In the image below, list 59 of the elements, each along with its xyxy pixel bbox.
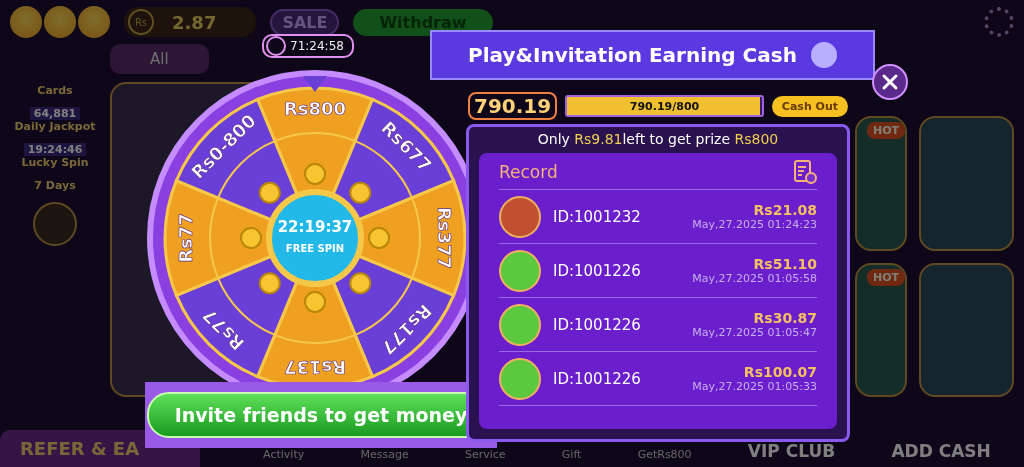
prize-notice: Only Rs9.81left to get prize Rs800 [537,131,779,147]
close-button[interactable] [872,64,908,100]
side-menu-item[interactable]: 19:24:46 Lucky Spin [21,143,89,169]
document-clock-icon[interactable] [793,159,817,185]
nav-item[interactable]: Gift [561,448,582,461]
spin-button[interactable] [266,189,364,287]
nav-item[interactable]: Service [464,448,506,461]
side-menu-item[interactable]: Cards [37,84,73,97]
game-tile[interactable]: HOT [855,262,907,397]
side-menu-item[interactable]: 64,881 Daily Jackpot [14,107,96,133]
modal-title: Play&Invitation Earning Cash [468,43,797,67]
currency-icon: Rs [128,9,154,35]
free-spin-label: FREE SPIN [285,243,345,254]
avatar [499,195,541,238]
user-id: ID:1001226 [553,261,641,280]
game-tile[interactable] [919,116,1014,251]
reward-time: May,27.2025 01:05:47 [692,326,817,339]
reward-amount: Rs51.10 [753,256,817,272]
segment-label: Rs377 [434,206,455,270]
user-id: ID:1001226 [553,369,641,388]
record-title: Record [499,162,558,182]
avatar [499,249,541,292]
avatar [499,303,541,346]
coin-icon [258,272,281,295]
pointer-icon [303,76,327,92]
user-id: ID:1001232 [553,207,641,226]
segment-label: Rs137 [283,357,347,378]
nav-item[interactable]: Message [360,448,409,461]
game-tile[interactable] [919,262,1014,397]
nav-item[interactable]: Activity [263,448,305,461]
reward-amount: Rs21.08 [753,202,817,218]
close-icon [881,73,899,91]
user-id: ID:1001226 [553,315,641,334]
timer-badge: 71:24:58 [262,34,354,58]
cash-out-button[interactable]: Cash Out [771,95,848,117]
avatar [499,357,541,400]
side-menu-item[interactable]: 7 Days [34,179,76,192]
coin-icon [258,181,281,204]
progress-text: 790.19/800 [629,99,700,113]
reward-time: May,27.2025 01:24:23 [692,218,817,231]
nav-item[interactable]: GetRs800 [637,448,692,461]
balance-value: 2.87 [172,11,217,33]
reward-amount: Rs30.87 [753,310,817,326]
game-tile[interactable]: HOT [855,116,907,251]
nav-item[interactable]: ADD CASH [891,441,991,461]
category-tab[interactable]: All [110,44,209,74]
earned-amount: 790.19 [468,92,558,120]
hot-badge: HOT [866,122,905,139]
reward-time: May,27.2025 01:05:58 [692,272,817,285]
spin-countdown: 22:19:37 [277,218,353,236]
nav-item[interactable]: VIP CLUB [747,441,836,461]
coin-icon [349,181,372,204]
reward-amount: Rs100.07 [743,364,817,380]
sale-button[interactable]: SALE [270,8,340,36]
reward-time: May,27.2025 01:05:33 [692,380,817,393]
segment-label: Rs77 [175,213,196,263]
segment-label: Rs800 [283,98,347,119]
coin-icon [349,272,372,295]
hot-badge: HOT [866,268,905,286]
